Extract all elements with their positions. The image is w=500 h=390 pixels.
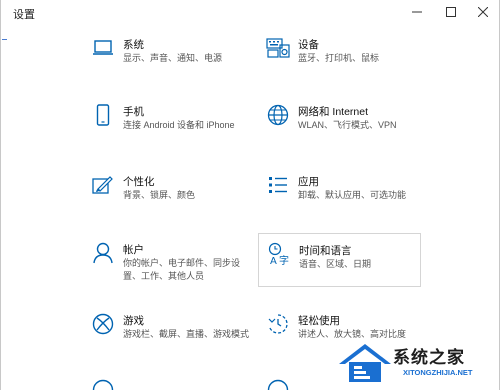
- tile-title: 系统: [123, 39, 144, 51]
- maximize-icon: [446, 7, 456, 17]
- tile-desc: WLAN、飞行模式、VPN: [298, 120, 397, 130]
- globe-icon: [266, 103, 290, 127]
- keyboard-speaker-icon: [266, 36, 290, 60]
- phone-icon: [91, 103, 115, 127]
- settings-window: 设置 系统 显示、声音、通知、电源 设备 蓝牙、打印机、鼠标 手机 连接 And…: [0, 0, 500, 390]
- tile-title: 应用: [298, 176, 319, 188]
- svg-text:字: 字: [279, 254, 289, 266]
- close-icon: [478, 7, 488, 17]
- time-language-icon: A字: [267, 242, 291, 266]
- maximize-button[interactable]: [435, 0, 467, 24]
- tile-title: 帐户: [123, 244, 144, 256]
- tile-desc-line: 置、工作、其他人员: [123, 270, 205, 281]
- tile-title: 游戏: [123, 315, 144, 327]
- watermark-text: 系统之家: [393, 348, 465, 367]
- tile-network[interactable]: 网络和 Internet WLAN、飞行模式、VPN: [266, 103, 431, 163]
- watermark: 系统之家 XITONGZHIJIA.NET: [337, 338, 497, 388]
- tile-title: 设备: [298, 39, 319, 51]
- person-icon: [91, 241, 115, 265]
- tile-apps[interactable]: 应用 卸载、默认应用、可选功能: [266, 173, 431, 233]
- laptop-icon: [91, 36, 115, 60]
- xbox-icon: [91, 312, 115, 336]
- tile-title: 手机: [123, 106, 144, 118]
- svg-text:A: A: [270, 256, 277, 266]
- tile-accounts[interactable]: 帐户 你的帐户、电子邮件、同步设 置、工作、其他人员: [91, 241, 256, 301]
- watermark-url: XITONGZHIJIA.NET: [403, 368, 473, 377]
- partial-icon: [91, 378, 115, 390]
- tile-title: 网络和 Internet: [298, 106, 369, 118]
- tile-partial-left[interactable]: [91, 378, 256, 390]
- tile-gaming[interactable]: 游戏 游戏栏、截屏、直播、游戏模式: [91, 312, 256, 372]
- tile-time-language[interactable]: A字 时间和语言 语音、区域、日期: [258, 233, 421, 287]
- partial-icon: [266, 378, 290, 390]
- tile-desc: 游戏栏、截屏、直播、游戏模式: [123, 329, 250, 339]
- tile-desc: 你的帐户、电子邮件、同步设 置、工作、其他人员: [123, 257, 240, 282]
- window-title: 设置: [13, 9, 35, 21]
- tile-system[interactable]: 系统 显示、声音、通知、电源: [91, 36, 256, 96]
- tile-title: 时间和语言: [299, 245, 352, 257]
- tile-desc: 背景、锁屏、颜色: [123, 190, 196, 200]
- title-bar: 设置: [1, 0, 499, 26]
- tile-personalization[interactable]: 个性化 背景、锁屏、颜色: [91, 173, 256, 233]
- paint-brush-icon: [91, 173, 115, 197]
- house-logo-icon: [339, 344, 391, 382]
- tile-desc: 蓝牙、打印机、鼠标: [298, 53, 380, 63]
- tile-phone[interactable]: 手机 连接 Android 设备和 iPhone: [91, 103, 256, 163]
- tile-desc-line: 你的帐户、电子邮件、同步设: [123, 258, 241, 268]
- tile-title: 个性化: [123, 176, 155, 188]
- minimize-icon: [412, 11, 422, 13]
- minimize-button[interactable]: [401, 0, 433, 24]
- tile-desc: 卸载、默认应用、可选功能: [298, 190, 407, 200]
- tile-devices[interactable]: 设备 蓝牙、打印机、鼠标: [266, 36, 431, 96]
- ease-of-access-icon: [266, 312, 290, 336]
- tile-desc: 显示、声音、通知、电源: [123, 53, 223, 63]
- close-button[interactable]: [467, 0, 499, 24]
- app-list-icon: [266, 173, 290, 197]
- tile-desc: 连接 Android 设备和 iPhone: [123, 120, 235, 130]
- left-edge-fragment: [2, 28, 7, 40]
- tile-title: 轻松使用: [298, 315, 340, 327]
- tile-desc: 语音、区域、日期: [299, 259, 372, 269]
